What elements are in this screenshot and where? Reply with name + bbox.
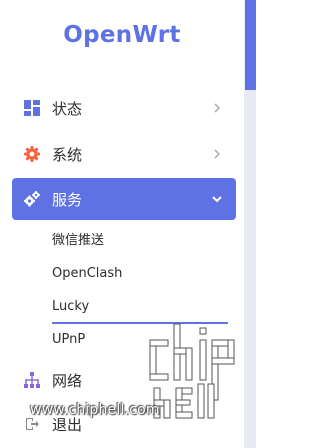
watermark-text: www.chiphell.com xyxy=(30,402,160,418)
openwrt-logo[interactable]: OpenWrt xyxy=(0,22,244,48)
chevron-right-icon xyxy=(210,101,224,115)
nav-item-system-label: 系统 xyxy=(52,145,83,164)
logout-icon xyxy=(24,416,40,432)
nav-item-status-label: 状态 xyxy=(52,99,83,118)
submenu-item-openclash[interactable]: OpenClash xyxy=(52,263,122,285)
chevron-down-icon xyxy=(210,192,224,206)
submenu-item-wechat-push[interactable]: 微信推送 xyxy=(52,230,104,252)
nav-item-services[interactable]: 服务 xyxy=(12,178,236,220)
submenu-item-upnp[interactable]: UPnP xyxy=(52,329,85,351)
nav-item-status[interactable]: 状态 xyxy=(12,88,236,128)
nav-item-services-label: 服务 xyxy=(52,190,83,209)
sitemap-icon xyxy=(24,372,40,388)
chevron-right-icon xyxy=(210,147,224,161)
nav-item-system[interactable]: 系统 xyxy=(12,134,236,174)
cogs-icon xyxy=(24,191,40,207)
gear-icon xyxy=(24,146,40,162)
header-accent-bar xyxy=(245,0,256,90)
dashboard-icon xyxy=(24,100,40,116)
submenu-item-lucky[interactable]: Lucky xyxy=(52,296,89,318)
chiphell-watermark-logo xyxy=(149,323,235,419)
